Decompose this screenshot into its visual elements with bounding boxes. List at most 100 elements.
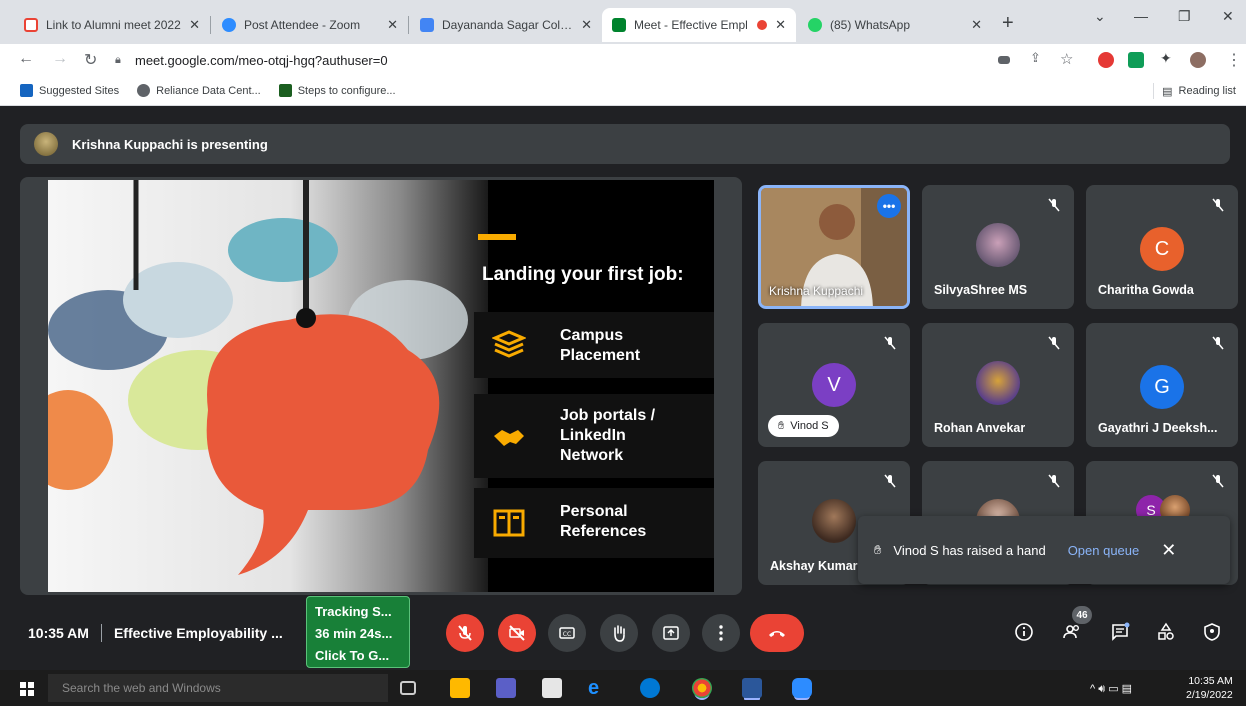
meet-control-bar: 10:35 AM Effective Employability ... Tra… — [0, 596, 1246, 670]
meeting-details-info-button[interactable] — [1010, 618, 1038, 646]
tab-whatsapp[interactable]: (85) WhatsApp ✕ — [798, 8, 992, 42]
close-tab-icon[interactable]: ✕ — [189, 17, 200, 33]
participant-tile[interactable]: SilvyaShree MS — [922, 185, 1074, 309]
close-tab-icon[interactable]: ✕ — [581, 17, 592, 33]
chrome-icon[interactable] — [692, 678, 712, 698]
leave-call-button[interactable] — [750, 614, 804, 652]
camera-icon[interactable] — [998, 56, 1010, 64]
more-options-icon[interactable]: ••• — [877, 194, 901, 218]
globe-icon — [137, 84, 151, 97]
minimize-icon[interactable]: — — [1134, 8, 1148, 24]
bookmark-suggested-sites[interactable]: Suggested Sites — [20, 84, 119, 97]
avatar — [976, 223, 1020, 267]
mic-off-icon — [1210, 473, 1226, 489]
mic-off-icon — [1210, 197, 1226, 213]
word-icon[interactable] — [742, 678, 762, 698]
reload-icon[interactable]: ↻ — [84, 50, 97, 70]
close-icon[interactable]: ✕ — [1161, 540, 1176, 561]
browser-tab-strip: Link to Alumni meet 2022 ✕ Post Attendee… — [0, 0, 1246, 44]
more-vert-icon — [719, 625, 723, 641]
participant-tile[interactable]: V ✋︎ Vinod S — [758, 323, 910, 447]
speech-bubbles-image — [48, 180, 488, 592]
participant-tile[interactable]: G Gayathri J Deeksh... — [1086, 323, 1238, 447]
svg-text:CC: CC — [563, 631, 571, 638]
back-icon[interactable]: ← — [18, 50, 34, 68]
captions-button[interactable]: CC — [548, 614, 586, 652]
slide-item-campus: Campus Placement — [474, 312, 714, 378]
participant-tile-speaker[interactable]: ••• Krishna Kuppachi — [758, 185, 910, 309]
participant-tile[interactable]: C Charitha Gowda — [1086, 185, 1238, 309]
raise-hand-button[interactable] — [600, 614, 638, 652]
profile-avatar[interactable] — [1190, 52, 1206, 68]
gmail-icon — [24, 18, 38, 32]
open-queue-button[interactable]: Open queue — [1068, 543, 1140, 558]
edge-icon[interactable]: e — [588, 678, 608, 698]
tab-alumni-meet[interactable]: Link to Alumni meet 2022 ✕ — [14, 8, 210, 42]
task-view-icon[interactable] — [400, 681, 416, 695]
meet-icon — [612, 18, 626, 32]
lock-icon: 🔒︎ — [115, 54, 121, 66]
slide-title: Landing your first job: — [482, 264, 684, 285]
tab-search-icon[interactable]: ⌄ — [1094, 8, 1106, 25]
app-icon[interactable] — [640, 678, 660, 698]
mic-off-icon — [1046, 473, 1062, 489]
extension-check-icon[interactable] — [1128, 52, 1144, 68]
new-tab-button[interactable]: + — [1002, 12, 1014, 35]
hand-icon — [614, 625, 625, 642]
avatar: G — [1140, 365, 1184, 409]
meeting-info: 10:35 AM Effective Employability ... — [28, 624, 283, 642]
shield-icon — [1204, 623, 1220, 641]
camera-toggle-button[interactable] — [498, 614, 536, 652]
presenting-banner: Krishna Kuppachi is presenting — [20, 124, 1230, 164]
present-now-button[interactable] — [652, 614, 690, 652]
book-icon — [492, 508, 526, 538]
zoom-icon[interactable] — [792, 678, 812, 698]
activities-button[interactable] — [1152, 618, 1180, 646]
end-call-icon — [769, 631, 785, 637]
calendar-icon — [420, 18, 434, 32]
presentation-slide: Landing your first job: Campus Placement… — [48, 180, 714, 592]
bookmark-star-icon[interactable]: ☆ — [1060, 50, 1073, 68]
stack-icon — [491, 330, 527, 360]
tab-zoom[interactable]: Post Attendee - Zoom ✕ — [212, 8, 408, 42]
more-options-button[interactable] — [702, 614, 740, 652]
forward-icon[interactable]: → — [52, 50, 68, 68]
recording-icon — [757, 20, 768, 30]
close-tab-icon[interactable]: ✕ — [971, 17, 982, 33]
tab-meet[interactable]: Meet - Effective Empl ✕ — [602, 8, 796, 42]
host-controls-button[interactable] — [1198, 618, 1226, 646]
tracking-overlay[interactable]: Tracking S... 36 min 24s... Click To G..… — [306, 596, 410, 668]
bookmark-steps[interactable]: Steps to configure... — [278, 84, 396, 97]
extensions-puzzle-icon[interactable]: ✦ — [1160, 50, 1172, 67]
url-field[interactable]: 🔒︎ meet.google.com/meo-otqj-hgq?authuser… — [115, 47, 975, 73]
zoom-icon — [222, 18, 236, 32]
teams-icon[interactable] — [496, 678, 516, 698]
microphone-toggle-button[interactable] — [446, 614, 484, 652]
close-window-icon[interactable]: ✕ — [1222, 8, 1234, 25]
avatar: V — [812, 363, 856, 407]
taskbar-search-field[interactable]: Search the web and Windows — [48, 674, 388, 702]
meeting-details-button[interactable]: Effective Employability ... — [114, 625, 283, 641]
bookmark-reliance[interactable]: Reliance Data Cent... — [137, 84, 261, 97]
tab-dayananda[interactable]: Dayananda Sagar College ✕ — [410, 8, 602, 42]
menu-icon[interactable]: ⋮ — [1226, 50, 1242, 70]
file-explorer-icon[interactable] — [450, 678, 470, 698]
slide-accent-bar — [478, 234, 516, 240]
mic-off-icon — [882, 473, 898, 489]
windows-start-icon[interactable] — [20, 682, 34, 696]
close-tab-icon[interactable]: ✕ — [387, 17, 398, 33]
captions-icon: CC — [559, 627, 575, 639]
close-tab-icon[interactable]: ✕ — [775, 17, 786, 33]
avatar — [976, 361, 1020, 405]
store-icon[interactable] — [542, 678, 562, 698]
participant-tile[interactable]: Rohan Anvekar — [922, 323, 1074, 447]
share-icon[interactable]: ⇪ — [1030, 50, 1041, 66]
chat-icon — [1112, 622, 1130, 641]
restore-icon[interactable]: ❐ — [1178, 8, 1191, 25]
system-tray[interactable]: ^ 🔊︎ ▭ ▤ — [1090, 682, 1132, 696]
taskbar-clock[interactable]: 10:35 AM 2/19/2022 — [1186, 674, 1233, 702]
extension-icon[interactable] — [1098, 52, 1114, 68]
reading-list-button[interactable]: ▤ Reading list — [1153, 83, 1236, 99]
chat-button[interactable] — [1106, 618, 1134, 646]
activities-icon — [1158, 622, 1174, 640]
